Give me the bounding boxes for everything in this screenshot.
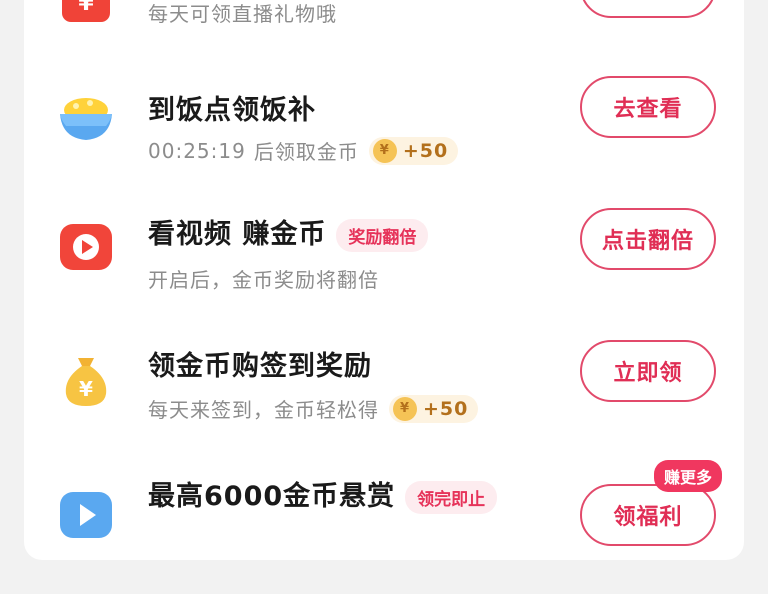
task-live-gift: ¥ 每天可领直播礼物哦 <box>24 0 744 80</box>
video-play-icon <box>56 218 116 278</box>
task-title: 领金币购签到奖励 <box>148 351 372 382</box>
red-envelope-icon: ¥ <box>56 0 116 30</box>
task-title: 最高6000金币悬赏 领完即止 <box>148 474 498 514</box>
get-benefit-button[interactable]: 领福利 <box>580 484 716 546</box>
svg-text:¥: ¥ <box>79 377 93 401</box>
coin-reward-badge: ¥ +50 <box>389 394 479 423</box>
view-button[interactable]: 去查看 <box>580 76 716 138</box>
task-list-card: ¥ 每天可领直播礼物哦 到饭点领饭补 00:25:19 后领取金币 ¥ +50 <box>24 0 744 560</box>
task-subtitle: 00:25:19 后领取金币 ¥ +50 <box>148 136 459 165</box>
reward-amount: +50 <box>423 397 469 420</box>
countdown-timer: 00:25:19 <box>148 138 246 163</box>
task-subtitle: 每天可领直播礼物哦 <box>148 2 337 26</box>
task-subtitle: 开启后，金币奖励将翻倍 <box>148 268 379 292</box>
task-live-gift-button[interactable] <box>580 0 716 18</box>
task-watch-video: 看视频 赚金币 奖励翻倍 开启后，金币奖励将翻倍 点击翻倍 <box>24 208 744 332</box>
coin-icon: ¥ <box>393 396 417 421</box>
svg-text:¥: ¥ <box>78 0 94 16</box>
task-subtitle: 每天来签到，金币轻松得 ¥ +50 <box>148 394 479 423</box>
task-title: 到饭点领饭补 <box>148 95 316 126</box>
task-meal-subsidy: 到饭点领饭补 00:25:19 后领取金币 ¥ +50 去查看 <box>24 76 744 200</box>
task-checkin-reward: ¥ 领金币购签到奖励 每天来签到，金币轻松得 ¥ +50 立即领 <box>24 340 744 464</box>
coin-reward-badge: ¥ +50 <box>368 136 459 165</box>
rice-bowl-icon <box>56 86 116 146</box>
double-reward-button[interactable]: 点击翻倍 <box>580 208 716 270</box>
double-reward-tag: 奖励翻倍 <box>336 219 429 252</box>
claim-now-button[interactable]: 立即领 <box>580 340 716 402</box>
reward-amount: +50 <box>402 139 449 162</box>
money-bag-icon: ¥ <box>56 350 116 410</box>
task-title: 看视频 赚金币 奖励翻倍 <box>148 212 429 252</box>
countdown-suffix: 后领取金币 <box>253 140 359 164</box>
task-bounty: 最高6000金币悬赏 领完即止 领福利 <box>24 474 744 594</box>
blue-play-icon <box>56 486 116 546</box>
limited-tag: 领完即止 <box>405 481 498 514</box>
earn-more-badge: 赚更多 <box>654 460 723 492</box>
coin-icon: ¥ <box>372 138 397 163</box>
